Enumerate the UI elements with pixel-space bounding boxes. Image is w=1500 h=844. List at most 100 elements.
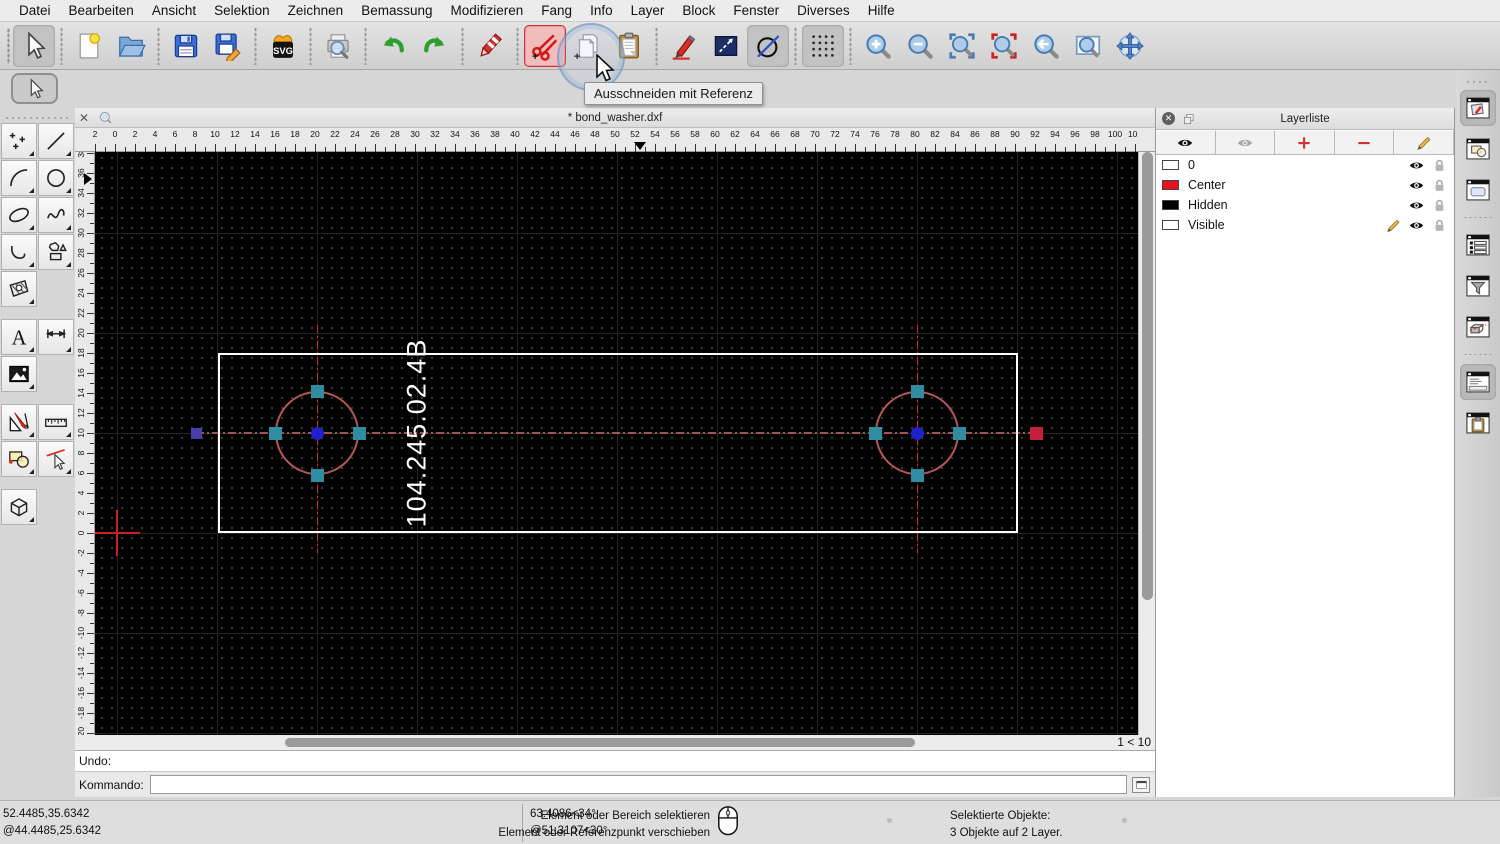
eraser-icon[interactable] — [469, 25, 511, 67]
line-tool[interactable] — [38, 123, 74, 159]
menu-fenster[interactable]: Fenster — [724, 3, 788, 18]
center-point-handle[interactable] — [310, 426, 324, 440]
layer-color-swatch[interactable] — [1162, 220, 1179, 230]
add-layer-icon[interactable] — [1275, 130, 1335, 154]
selection-handle[interactable] — [310, 384, 324, 398]
zoom-window-icon[interactable] — [1067, 25, 1109, 67]
selection-handle[interactable] — [868, 426, 882, 440]
command-dock-button[interactable] — [1132, 776, 1150, 793]
zoom-auto-icon[interactable] — [941, 25, 983, 67]
paste-icon[interactable] — [608, 25, 650, 67]
command-line-dock-icon[interactable] — [1460, 364, 1496, 400]
copy-icon[interactable]: + — [566, 25, 608, 67]
filter-dock-icon[interactable] — [1460, 268, 1496, 304]
shapes-tool[interactable] — [38, 234, 74, 270]
layer-lock-icon[interactable] — [1431, 217, 1448, 234]
clipboard-dock-icon[interactable] — [1460, 405, 1496, 441]
horizontal-scrollbar-thumb[interactable] — [285, 738, 915, 747]
selection-handle[interactable] — [910, 468, 924, 482]
select-arrow-icon[interactable] — [13, 24, 55, 67]
entity-list-dock-icon[interactable] — [1460, 227, 1496, 263]
layer-row-visible[interactable]: Visible — [1156, 215, 1454, 235]
endpoint-handle-left[interactable] — [190, 427, 202, 439]
ellipse-tool[interactable] — [1, 197, 37, 233]
horizontal-scrollbar[interactable]: 1 < 10 — [75, 735, 1155, 750]
document-window-icon[interactable] — [98, 110, 113, 125]
edit-layer-pencil-icon[interactable] — [1385, 217, 1402, 234]
show-all-layers-icon[interactable] — [1156, 130, 1216, 154]
zoom-select-icon[interactable] — [983, 25, 1025, 67]
layer-visibility-eye-icon[interactable] — [1408, 197, 1425, 214]
vertical-scrollbar-thumb[interactable] — [1141, 152, 1153, 600]
library-browser-dock-icon[interactable] — [1460, 172, 1496, 208]
image-tool[interactable] — [1, 356, 37, 392]
hide-all-layers-icon[interactable] — [1215, 130, 1276, 154]
hatch-tool[interactable] — [1, 271, 37, 307]
edit-layer-icon[interactable] — [1394, 130, 1454, 154]
deselect-tool[interactable] — [38, 441, 74, 477]
menu-layer[interactable]: Layer — [622, 3, 674, 18]
layer-lock-icon[interactable] — [1431, 157, 1448, 174]
zoom-in-icon[interactable] — [857, 25, 899, 67]
close-document-icon[interactable]: ✕ — [79, 112, 91, 124]
cut-reference-icon[interactable]: + — [524, 24, 566, 67]
polyline-tool[interactable] — [1, 234, 37, 270]
undock-panel-icon[interactable] — [1182, 112, 1196, 126]
layer-list-dock-icon[interactable] — [1460, 90, 1496, 126]
spline-tool[interactable] — [38, 197, 74, 233]
open-file-icon[interactable] — [110, 25, 152, 67]
remove-layer-icon[interactable] — [1334, 130, 1395, 154]
dimension-dock-icon[interactable] — [1460, 309, 1496, 345]
part-number-label[interactable]: 104.245.02.4B — [402, 339, 433, 528]
entity-attributes-icon[interactable] — [747, 24, 789, 67]
menu-diverses[interactable]: Diverses — [788, 3, 859, 18]
zoom-pan-icon[interactable] — [1109, 25, 1151, 67]
layer-visibility-eye-icon[interactable] — [1408, 217, 1425, 234]
print-preview-icon[interactable] — [317, 25, 359, 67]
text-tool[interactable]: A — [1, 319, 37, 355]
selection-tool-button[interactable] — [11, 73, 58, 104]
selection-handle[interactable] — [310, 468, 324, 482]
menu-block[interactable]: Block — [673, 3, 724, 18]
zoom-out-icon[interactable] — [899, 25, 941, 67]
drawing-canvas[interactable]: 104.245.02.4B — [95, 152, 1138, 735]
block-list-dock-icon[interactable] — [1460, 131, 1496, 167]
selection-handle[interactable] — [910, 384, 924, 398]
endpoint-handle-right[interactable] — [1029, 426, 1043, 440]
layer-row-0[interactable]: 0 — [1156, 155, 1454, 175]
redo-icon[interactable] — [414, 25, 456, 67]
menu-zeichnen[interactable]: Zeichnen — [279, 3, 353, 18]
menu-fang[interactable]: Fang — [532, 3, 581, 18]
menu-info[interactable]: Info — [581, 3, 622, 18]
zoom-previous-icon[interactable] — [1025, 25, 1067, 67]
arc-tool[interactable] — [1, 160, 37, 196]
layer-visibility-eye-icon[interactable] — [1408, 177, 1425, 194]
vertical-scrollbar[interactable] — [1138, 152, 1155, 735]
menu-ansicht[interactable]: Ansicht — [143, 3, 205, 18]
layer-row-center[interactable]: Center — [1156, 175, 1454, 195]
toolbar-drag-handle[interactable] — [4, 116, 68, 120]
selection-handle[interactable] — [268, 426, 282, 440]
drawing-preferences-icon[interactable] — [705, 25, 747, 67]
measure-tool[interactable] — [38, 404, 74, 440]
new-file-icon[interactable] — [68, 25, 110, 67]
center-point-handle[interactable] — [910, 426, 924, 440]
menu-bearbeiten[interactable]: Bearbeiten — [60, 3, 143, 18]
layer-row-hidden[interactable]: Hidden — [1156, 195, 1454, 215]
solids-tool[interactable] — [1, 489, 37, 525]
menu-bemassung[interactable]: Bemassung — [352, 3, 441, 18]
layer-color-swatch[interactable] — [1162, 200, 1179, 210]
undo-icon[interactable] — [372, 25, 414, 67]
menu-selektion[interactable]: Selektion — [205, 3, 279, 18]
save-as-icon[interactable] — [207, 25, 249, 67]
modify-tool[interactable] — [1, 404, 37, 440]
selection-handle[interactable] — [352, 426, 366, 440]
menu-hilfe[interactable]: Hilfe — [859, 3, 904, 18]
pen-icon[interactable] — [663, 25, 705, 67]
svg-export-icon[interactable]: SVG — [262, 25, 304, 67]
points-tool[interactable] — [1, 123, 37, 159]
save-icon[interactable] — [165, 25, 207, 67]
layer-color-swatch[interactable] — [1162, 160, 1179, 170]
layer-color-swatch[interactable] — [1162, 180, 1179, 190]
command-input[interactable] — [149, 775, 1127, 794]
